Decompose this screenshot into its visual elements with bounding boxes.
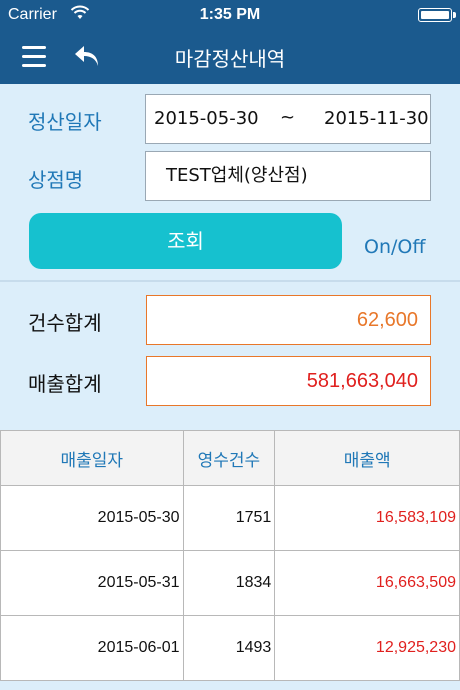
table-row[interactable]: 2015-06-01 1493 12,925,230 (0, 615, 460, 681)
cell-count: 1493 (182, 615, 276, 681)
sales-total-label: 매출합계 (28, 372, 102, 396)
header-sales-amount: 매출액 (274, 430, 460, 486)
on-off-toggle[interactable]: On/Off (364, 236, 425, 258)
search-panel: 정산일자 2015-05-30 ~ 2015-11-30 상점명 TEST업체(… (0, 84, 460, 280)
cell-amount: 12,925,230 (274, 615, 460, 681)
page-title: 마감정산내역 (174, 47, 286, 71)
search-button[interactable]: 조회 (29, 213, 342, 269)
store-label: 상점명 (28, 168, 84, 192)
cell-amount: 16,583,109 (274, 485, 460, 551)
nav-bar: 마감정산내역 (0, 30, 460, 84)
count-total-label: 건수합계 (28, 311, 102, 335)
header-receipt-count: 영수건수 (182, 430, 276, 486)
table-row[interactable]: 2015-05-31 1834 16,663,509 (0, 550, 460, 616)
count-total-value: 62,600 (146, 295, 431, 345)
table-row[interactable]: 2015-05-30 1751 16,583,109 (0, 485, 460, 551)
date-to-input[interactable]: 2015-11-30 (324, 108, 429, 129)
sales-table: 매출일자 영수건수 매출액 2015-05-30 1751 16,583,109… (0, 430, 460, 681)
cell-date: 2015-06-01 (0, 615, 184, 681)
date-range-field: 2015-05-30 ~ 2015-11-30 (145, 94, 431, 144)
totals-panel: 건수합계 62,600 매출합계 581,663,040 (0, 282, 460, 430)
date-label: 정산일자 (28, 110, 102, 134)
table-header-row: 매출일자 영수건수 매출액 (0, 430, 460, 486)
battery-icon (418, 8, 456, 22)
cell-count: 1834 (182, 550, 276, 616)
cell-amount: 16,663,509 (274, 550, 460, 616)
cell-count: 1751 (182, 485, 276, 551)
date-from-input[interactable]: 2015-05-30 (154, 108, 259, 129)
date-separator: ~ (280, 107, 296, 128)
status-bar: Carrier 1:35 PM (0, 0, 460, 30)
status-time: 1:35 PM (199, 6, 261, 23)
header-sales-date: 매출일자 (0, 430, 184, 486)
sales-total-value: 581,663,040 (146, 356, 431, 406)
store-input[interactable]: TEST업체(양산점) (145, 151, 431, 201)
cell-date: 2015-05-31 (0, 550, 184, 616)
cell-date: 2015-05-30 (0, 485, 184, 551)
